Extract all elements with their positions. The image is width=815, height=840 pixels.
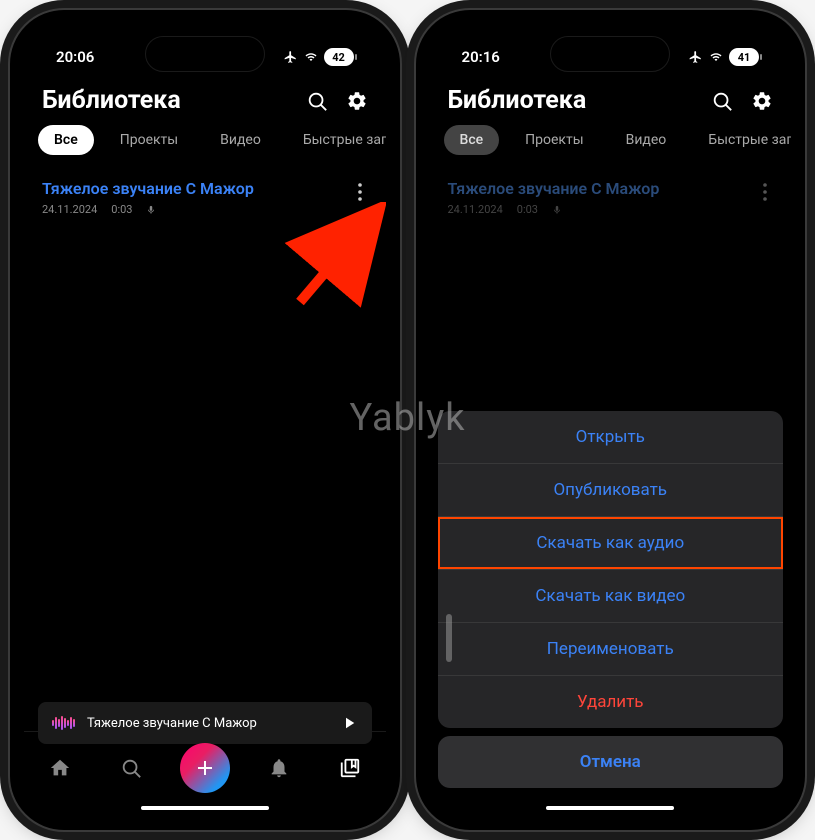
library-item: Тяжелое звучание С Мажор 24.11.2024 0:03 [430, 169, 792, 226]
battery-indicator: 41 [729, 48, 759, 66]
nav-search[interactable] [109, 746, 153, 790]
phone-right: 20:16 41 Библиотека [414, 8, 808, 832]
wifi-icon [303, 51, 319, 63]
bottom-nav [24, 731, 386, 816]
home-indicator[interactable] [141, 806, 269, 810]
fab-create[interactable] [180, 743, 230, 793]
battery-indicator: 42 [324, 48, 354, 66]
mic-icon [146, 204, 156, 216]
tab-all[interactable]: Все [444, 125, 500, 155]
page-title: Библиотека [42, 86, 181, 115]
sheet-open[interactable]: Открыть [438, 411, 784, 464]
filter-tabs: Все Проекты Видео Быстрые записи [24, 125, 386, 169]
waveform-icon [52, 716, 75, 730]
sheet-download-audio[interactable]: Скачать как аудио [438, 517, 784, 570]
gear-icon[interactable] [751, 90, 773, 112]
search-icon[interactable] [711, 90, 733, 112]
wifi-icon [708, 51, 724, 63]
search-icon[interactable] [306, 90, 328, 112]
scrollbar[interactable] [446, 614, 452, 662]
more-button [757, 179, 773, 205]
home-indicator[interactable] [546, 806, 674, 810]
now-playing-title: Тяжелое звучание С Мажор [87, 716, 328, 731]
item-date: 24.11.2024 [448, 203, 503, 216]
nav-home[interactable] [38, 746, 82, 790]
library-item[interactable]: Тяжелое звучание С Мажор 24.11.2024 0:03 [24, 169, 386, 226]
sheet-download-video[interactable]: Скачать как видео [438, 570, 784, 623]
dynamic-island [550, 36, 670, 72]
item-duration: 0:03 [111, 203, 132, 216]
sheet-publish[interactable]: Опубликовать [438, 464, 784, 517]
nav-notifications[interactable] [257, 746, 301, 790]
sheet-rename[interactable]: Переименовать [438, 623, 784, 676]
status-time: 20:16 [462, 48, 500, 66]
action-sheet: Открыть Опубликовать Скачать как аудио С… [438, 411, 784, 808]
item-duration: 0:03 [517, 203, 538, 216]
battery-level: 41 [738, 51, 751, 64]
status-time: 20:06 [56, 48, 94, 66]
app-header: Библиотека [430, 80, 792, 125]
dynamic-island [145, 36, 265, 72]
sheet-cancel[interactable]: Отмена [438, 736, 784, 788]
sheet-delete[interactable]: Удалить [438, 676, 784, 728]
airplane-icon [283, 50, 298, 64]
more-button[interactable] [352, 179, 368, 205]
tab-video[interactable]: Видео [610, 125, 683, 155]
gear-icon[interactable] [346, 90, 368, 112]
item-date: 24.11.2024 [42, 203, 97, 216]
play-button[interactable] [340, 714, 358, 732]
tab-all[interactable]: Все [38, 125, 94, 155]
filter-tabs: Все Проекты Видео Быстрые записи [430, 125, 792, 169]
airplane-icon [688, 50, 703, 64]
item-title: Тяжелое звучание С Мажор [448, 179, 758, 198]
nav-library[interactable] [328, 746, 372, 790]
tab-quick[interactable]: Быстрые записи [692, 125, 791, 155]
page-title: Библиотека [448, 86, 587, 115]
item-title: Тяжелое звучание С Мажор [42, 179, 352, 198]
tab-video[interactable]: Видео [204, 125, 277, 155]
mic-icon [552, 204, 562, 216]
tab-projects[interactable]: Проекты [104, 125, 194, 155]
phone-left: 20:06 42 Библиотека [8, 8, 402, 832]
app-header: Библиотека [24, 80, 386, 125]
tab-projects[interactable]: Проекты [509, 125, 599, 155]
battery-level: 42 [332, 51, 345, 64]
tab-quick[interactable]: Быстрые записи [287, 125, 386, 155]
